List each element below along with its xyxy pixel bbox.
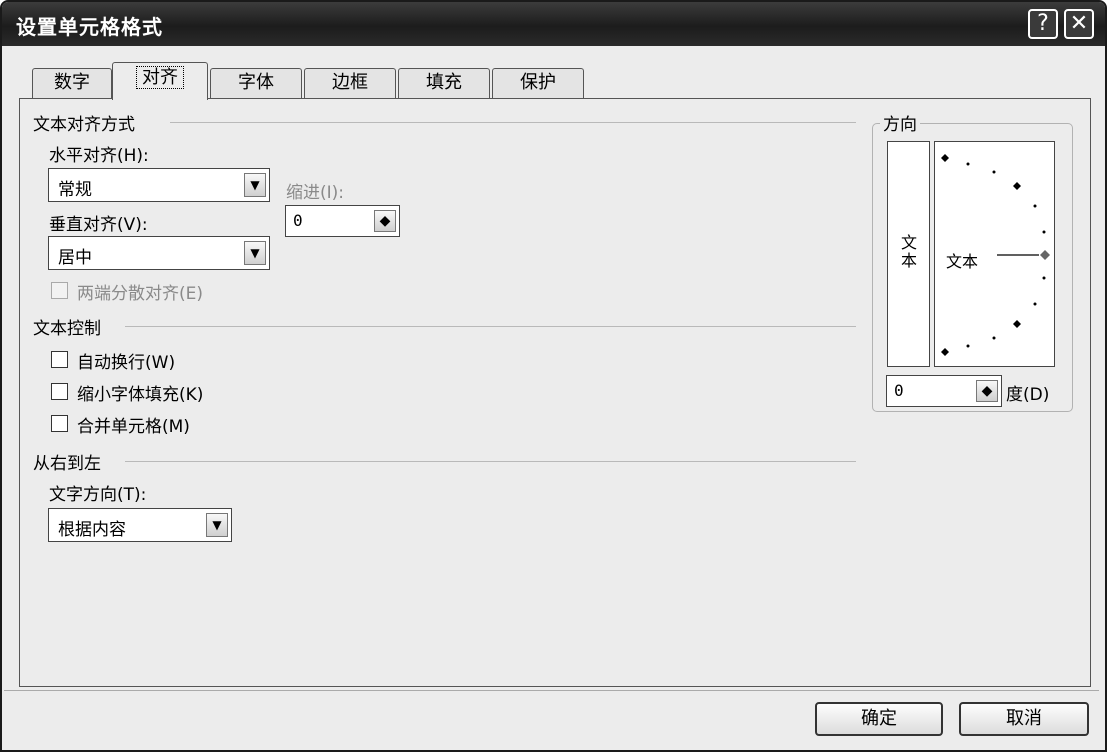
text-direction-value: 根据内容 [58, 520, 126, 540]
footer-divider [4, 690, 1099, 691]
rtl-section-title: 从右到左 [33, 449, 107, 474]
ok-button[interactable]: 确定 [815, 702, 943, 736]
indent-label: 缩进(I): [286, 183, 345, 203]
spinner-arrows-icon[interactable]: ◆ [976, 380, 998, 402]
justify-distributed-label: 两端分散对齐(E) [77, 284, 204, 304]
horizontal-align-select[interactable]: 常规 ▼ [48, 168, 270, 202]
indent-spinner[interactable]: 0 ◆ [285, 205, 400, 237]
vertical-align-value: 居中 [58, 248, 92, 268]
degrees-spinner[interactable]: 0 ◆ [886, 375, 1002, 407]
shrink-to-fit-checkbox[interactable] [51, 383, 68, 400]
indent-value: 0 [293, 211, 303, 230]
cancel-button[interactable]: 取消 [959, 702, 1089, 736]
text-direction-label: 文字方向(T): [49, 485, 147, 505]
dial-handle-icon [1040, 250, 1050, 260]
dropdown-arrow-icon[interactable]: ▼ [244, 173, 266, 197]
wrap-text-checkbox[interactable] [51, 351, 68, 368]
dropdown-arrow-icon[interactable]: ▼ [244, 241, 266, 265]
merge-cells-label: 合并单元格(M) [77, 417, 190, 437]
alignment-section-title: 文本对齐方式 [33, 110, 141, 135]
wrap-text-label: 自动换行(W) [77, 353, 176, 373]
vertical-text-label: 文本 [900, 233, 917, 270]
section-divider [170, 122, 856, 123]
section-divider [125, 326, 856, 327]
merge-cells-checkbox[interactable] [51, 415, 68, 432]
horizontal-align-value: 常规 [58, 180, 92, 200]
dropdown-arrow-icon[interactable]: ▼ [206, 513, 228, 537]
orientation-section-title: 方向 [880, 110, 920, 135]
vertical-text-toggle[interactable]: 文本 [887, 141, 930, 367]
shrink-to-fit-label: 缩小字体填充(K) [77, 385, 204, 405]
dial-text-label: 文本 [946, 252, 979, 271]
degrees-label: 度(D) [1006, 385, 1050, 405]
section-divider [125, 461, 856, 462]
horizontal-align-label: 水平对齐(H): [49, 146, 149, 166]
text-direction-select[interactable]: 根据内容 ▼ [48, 508, 232, 542]
spinner-arrows-icon[interactable]: ◆ [374, 210, 396, 232]
vertical-align-label: 垂直对齐(V): [49, 215, 148, 235]
vertical-align-select[interactable]: 居中 ▼ [48, 236, 270, 270]
orientation-dial[interactable]: 文本 [934, 141, 1055, 367]
justify-distributed-checkbox[interactable] [51, 282, 68, 299]
degrees-value: 0 [894, 381, 904, 400]
dialog-content: 文本对齐方式 水平对齐(H): 常规 ▼ 缩进(I): 0 ◆ 垂直对齐(V):… [0, 0, 1107, 752]
text-control-section-title: 文本控制 [33, 314, 107, 339]
